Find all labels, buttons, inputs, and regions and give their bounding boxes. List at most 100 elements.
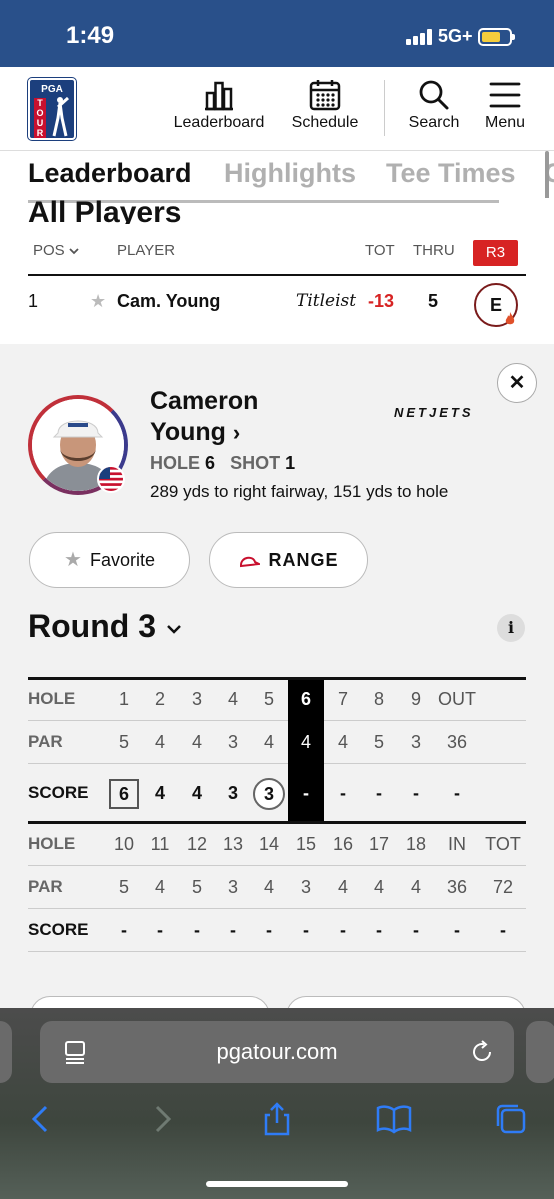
hole-cell: 8 [373, 689, 384, 709]
close-button[interactable]: ✕ [497, 363, 537, 403]
hole-cell: 9 [410, 689, 421, 709]
share-icon[interactable] [259, 1101, 295, 1137]
back-par-label: PAR [28, 877, 63, 896]
score-cell: 4 [154, 783, 165, 803]
nav-leaderboard[interactable]: Leaderboard [170, 79, 268, 139]
row-player-name[interactable]: Cam. Young [117, 291, 220, 312]
logo-tour-text: TOUR [34, 98, 46, 138]
nav-schedule[interactable]: Schedule [288, 79, 362, 139]
hole-cell-current: 6 [300, 689, 311, 709]
back-score-label: SCORE [28, 920, 89, 939]
nav-menu[interactable]: Menu [480, 79, 530, 139]
par-cell: 4 [154, 732, 165, 752]
titleist-logo: Titleist [296, 291, 357, 311]
col-thru: THRU [413, 242, 455, 259]
favorite-star-icon[interactable]: ★ [90, 291, 106, 312]
score-cell: - [340, 783, 346, 803]
address-bar[interactable]: pgatour.com [40, 1021, 514, 1083]
tab-tee-times[interactable]: Tee Times [386, 158, 516, 189]
status-bar: 1:49 5G+ [0, 0, 554, 67]
nav-divider [384, 80, 385, 136]
in-par: 36 [446, 877, 468, 897]
player-name-link[interactable]: Cameron Young › [150, 386, 258, 448]
nav-menu-label: Menu [484, 114, 526, 131]
next-tab-pill[interactable] [526, 1021, 554, 1083]
front-par-label: PAR [28, 732, 63, 751]
par-cell: 4 [337, 877, 348, 897]
tab-highlights[interactable]: Highlights [224, 158, 356, 189]
back-hole-label: HOLE [28, 834, 76, 853]
info-icon[interactable]: i [497, 614, 525, 642]
bookmarks-icon[interactable] [376, 1101, 412, 1137]
netjets-logo: NETJETS [394, 405, 474, 420]
tot-par: 72 [492, 877, 514, 897]
round-score-circle: E [474, 283, 518, 327]
par-cell: 4 [373, 877, 384, 897]
hole-cell: 12 [186, 834, 208, 854]
score-cell: - [266, 920, 272, 940]
hole-cell: 1 [118, 689, 129, 709]
section-title: All Players [28, 196, 182, 224]
col-pos[interactable]: POS [33, 242, 79, 259]
score-cell: - [340, 920, 346, 940]
score-cell: - [413, 920, 419, 940]
back-score-row: SCORE - - - - - - - - - - - [28, 908, 526, 952]
hole-shot-info: HOLE 6 SHOT 1 [150, 453, 295, 474]
par-cell: 4 [337, 732, 348, 752]
row-divider [28, 951, 526, 952]
calendar-icon [309, 80, 341, 111]
par-cell: 4 [191, 732, 202, 752]
hole-cell: 3 [191, 689, 202, 709]
tabs-icon[interactable] [493, 1101, 529, 1137]
search-icon [419, 80, 449, 110]
score-cell: - [121, 920, 127, 940]
in-header: IN [448, 834, 466, 854]
page-scrollbar[interactable] [545, 151, 549, 198]
shot-value: 1 [285, 453, 296, 473]
range-cap-icon [240, 557, 263, 568]
row-divider [324, 763, 526, 764]
round-selector[interactable]: Round 3 [28, 608, 183, 645]
cellular-signal-icon [406, 29, 436, 45]
usa-flag-icon [97, 465, 125, 493]
shot-label: SHOT [230, 453, 281, 473]
previous-tab-pill[interactable] [0, 1021, 12, 1083]
front-hole-row: HOLE 1 2 3 4 5 6 7 8 9 OUT [28, 677, 526, 721]
site-header: PGA TOUR Leaderboard Schedule Search Men… [0, 67, 554, 150]
favorite-button[interactable]: ★ Favorite [29, 532, 190, 588]
score-cell: - [230, 920, 236, 940]
bar-chart-icon [205, 81, 233, 111]
hole-cell: 10 [113, 834, 135, 854]
range-button[interactable]: RANGE [209, 532, 368, 588]
tab-leaderboard[interactable]: Leaderboard [28, 158, 192, 189]
hole-cell: 4 [227, 689, 238, 709]
tab-bar: Leaderboard Highlights Tee Times C [0, 150, 554, 198]
back-icon[interactable] [24, 1101, 60, 1137]
round-badge[interactable]: R3 [473, 240, 518, 266]
reload-icon[interactable] [470, 1040, 494, 1064]
hole-cell: 16 [332, 834, 354, 854]
par-cell: 5 [373, 732, 384, 752]
score-cell: - [194, 920, 200, 940]
back-par-row: PAR 5 4 5 3 4 3 4 4 4 36 72 [28, 865, 526, 909]
browser-toolbar: pgatour.com [0, 1008, 554, 1199]
hole-cell: 18 [405, 834, 427, 854]
score-cell-bogey: 6 [104, 779, 144, 809]
hole-cell: 7 [337, 689, 348, 709]
hole-label: HOLE [150, 453, 201, 473]
score-cell: 4 [191, 783, 202, 803]
tot-score: - [500, 920, 506, 940]
pga-tour-logo[interactable]: PGA TOUR [28, 78, 76, 140]
col-tot: TOT [365, 242, 395, 259]
nav-search[interactable]: Search [404, 79, 464, 139]
close-icon: ✕ [508, 372, 526, 394]
nav-schedule-label: Schedule [291, 114, 359, 131]
leaderboard-row[interactable]: 1 ★ Cam. Young Titleist -13 5 [0, 291, 554, 331]
row-pos: 1 [28, 291, 39, 311]
player-detail-panel: ✕ Cameron Young › NETJETS HOLE 6 SHOT 1 … [0, 344, 554, 1016]
row-divider [28, 763, 288, 764]
score-cell: - [376, 783, 382, 803]
front-par-row: PAR 5 4 4 3 4 4 4 5 3 36 [28, 720, 526, 764]
forward-icon[interactable] [143, 1101, 179, 1137]
par-cell: 4 [263, 877, 274, 897]
